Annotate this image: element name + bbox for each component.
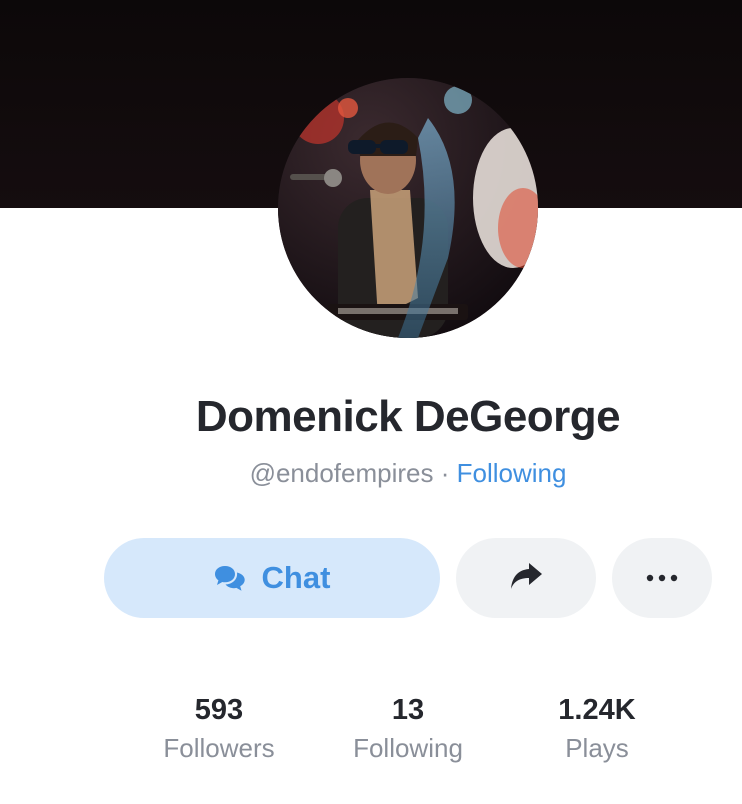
avatar-photo — [278, 78, 538, 338]
stat-plays: 1.24K Plays — [507, 692, 687, 768]
chat-bubbles-icon — [214, 564, 246, 592]
profile-name: Domenick DeGeorge — [195, 392, 621, 441]
stat-following-value: 13 — [391, 694, 425, 726]
stat-followers-value: 593 — [194, 694, 244, 726]
separator-dot: · — [433, 458, 457, 488]
stat-followers-label: Followers — [163, 733, 275, 763]
profile-handle: @endofempires — [249, 458, 434, 488]
stat-following-label: Following — [353, 733, 463, 763]
profile-subline: @endofempires · Following — [0, 458, 742, 489]
share-button[interactable] — [456, 538, 596, 618]
chat-button-label: Chat — [261, 560, 331, 595]
stat-following[interactable]: 13 Following — [318, 692, 498, 768]
more-dots-icon — [646, 569, 678, 587]
stat-plays-value: 1.24K — [558, 694, 636, 726]
following-status-link[interactable]: Following — [457, 458, 567, 488]
share-arrow-icon — [509, 561, 543, 596]
stat-plays-label: Plays — [565, 733, 629, 763]
avatar[interactable] — [278, 78, 538, 338]
more-options-button[interactable] — [612, 538, 712, 618]
stat-followers[interactable]: 593 Followers — [129, 692, 309, 768]
chat-button[interactable]: Chat — [104, 538, 440, 618]
